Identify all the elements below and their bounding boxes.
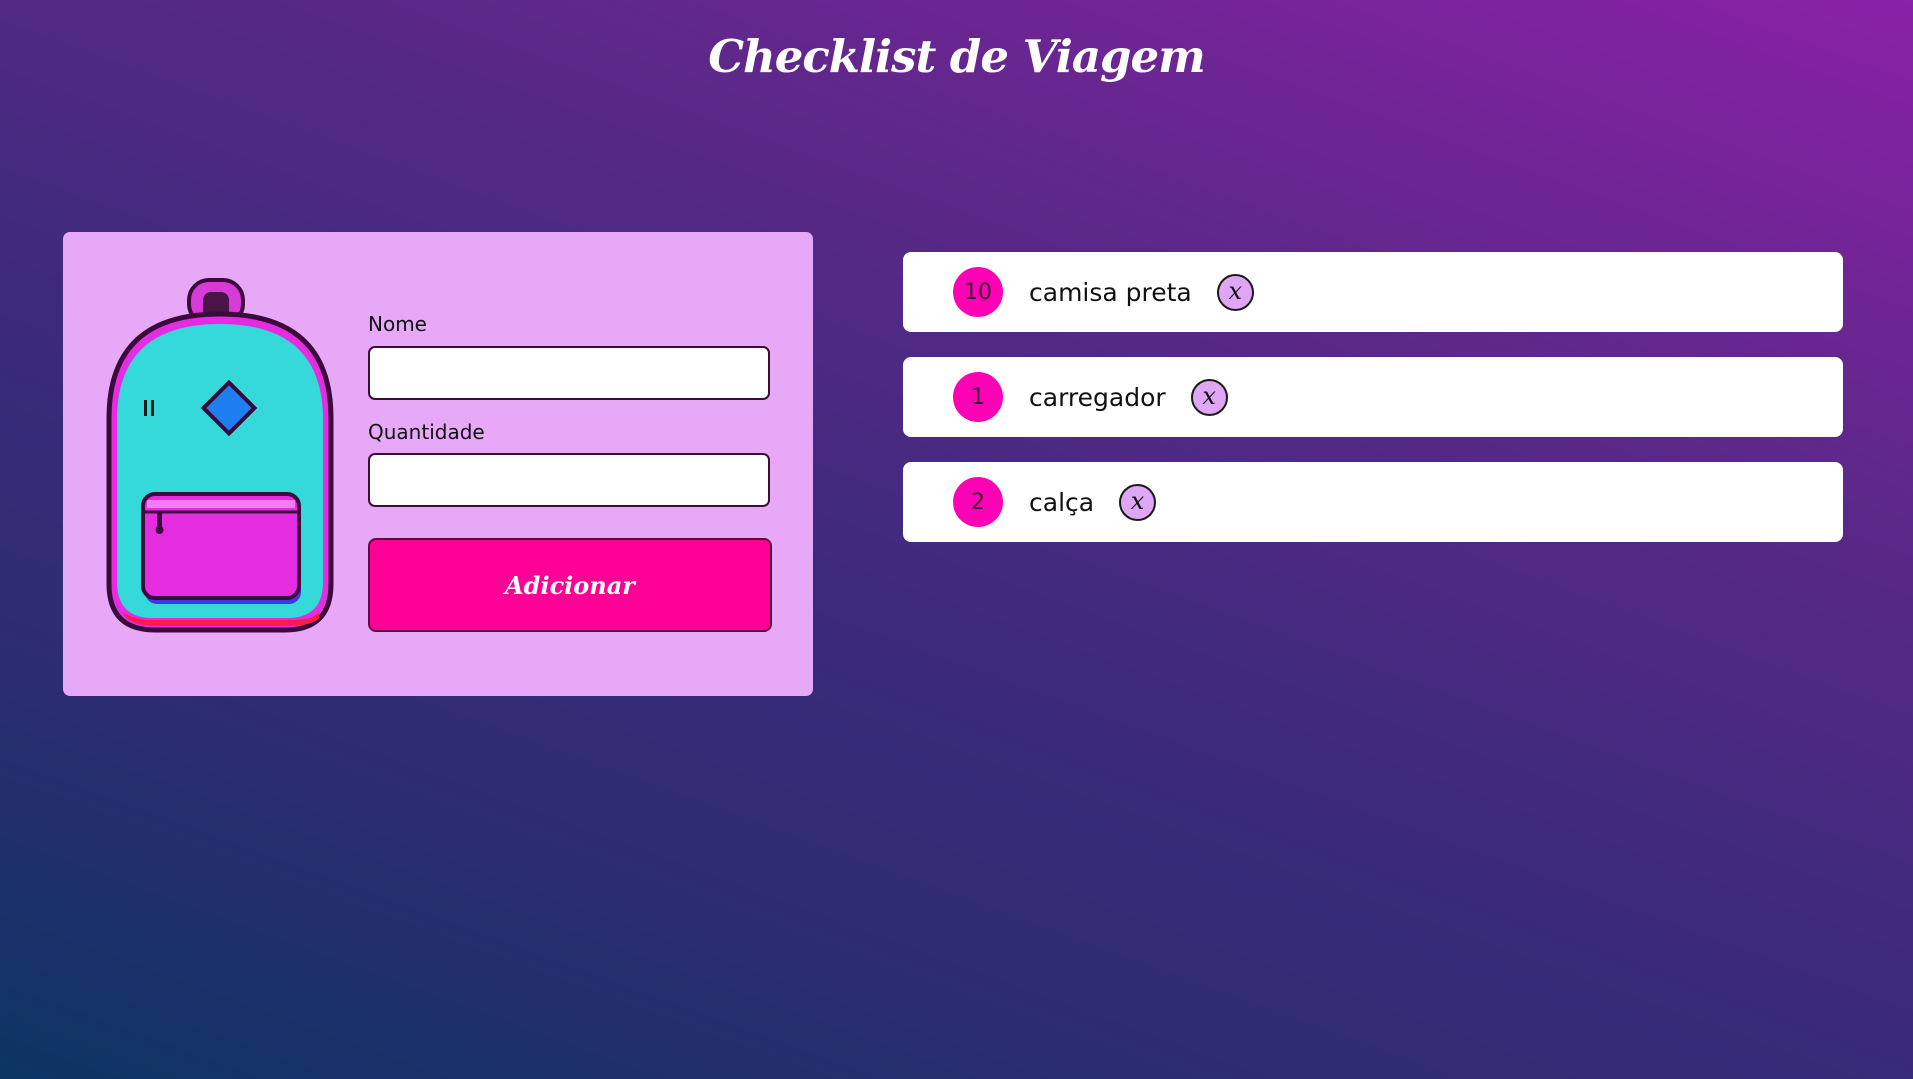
name-label: Nome [368, 312, 427, 336]
close-icon: x [1202, 382, 1216, 410]
list-item: 1 carregador x [903, 357, 1843, 437]
delete-button[interactable]: x [1216, 273, 1254, 311]
checklist-items: 10 camisa preta x 1 carregador x 2 calça… [903, 252, 1843, 567]
item-name: camisa preta [1029, 277, 1192, 307]
quantity-label: Quantidade [368, 420, 485, 444]
add-button[interactable]: Adicionar [368, 538, 772, 632]
delete-button[interactable]: x [1119, 483, 1157, 521]
quantity-badge: 2 [953, 477, 1003, 527]
backpack-illustration [106, 278, 334, 633]
close-icon: x [1130, 487, 1145, 515]
list-item: 2 calça x [903, 462, 1843, 542]
list-item: 10 camisa preta x [903, 252, 1843, 332]
quantity-badge: 10 [953, 267, 1003, 317]
page-title: Checklist de Viagem [708, 30, 1206, 83]
item-name: calça [1029, 487, 1095, 517]
close-icon: x [1228, 277, 1243, 305]
item-name: carregador [1029, 382, 1166, 412]
delete-button[interactable]: x [1190, 378, 1228, 416]
quantity-input[interactable] [368, 453, 770, 507]
add-item-form: Nome Quantidade Adicionar [63, 232, 813, 696]
quantity-badge: 1 [953, 372, 1003, 422]
name-input[interactable] [368, 346, 770, 400]
